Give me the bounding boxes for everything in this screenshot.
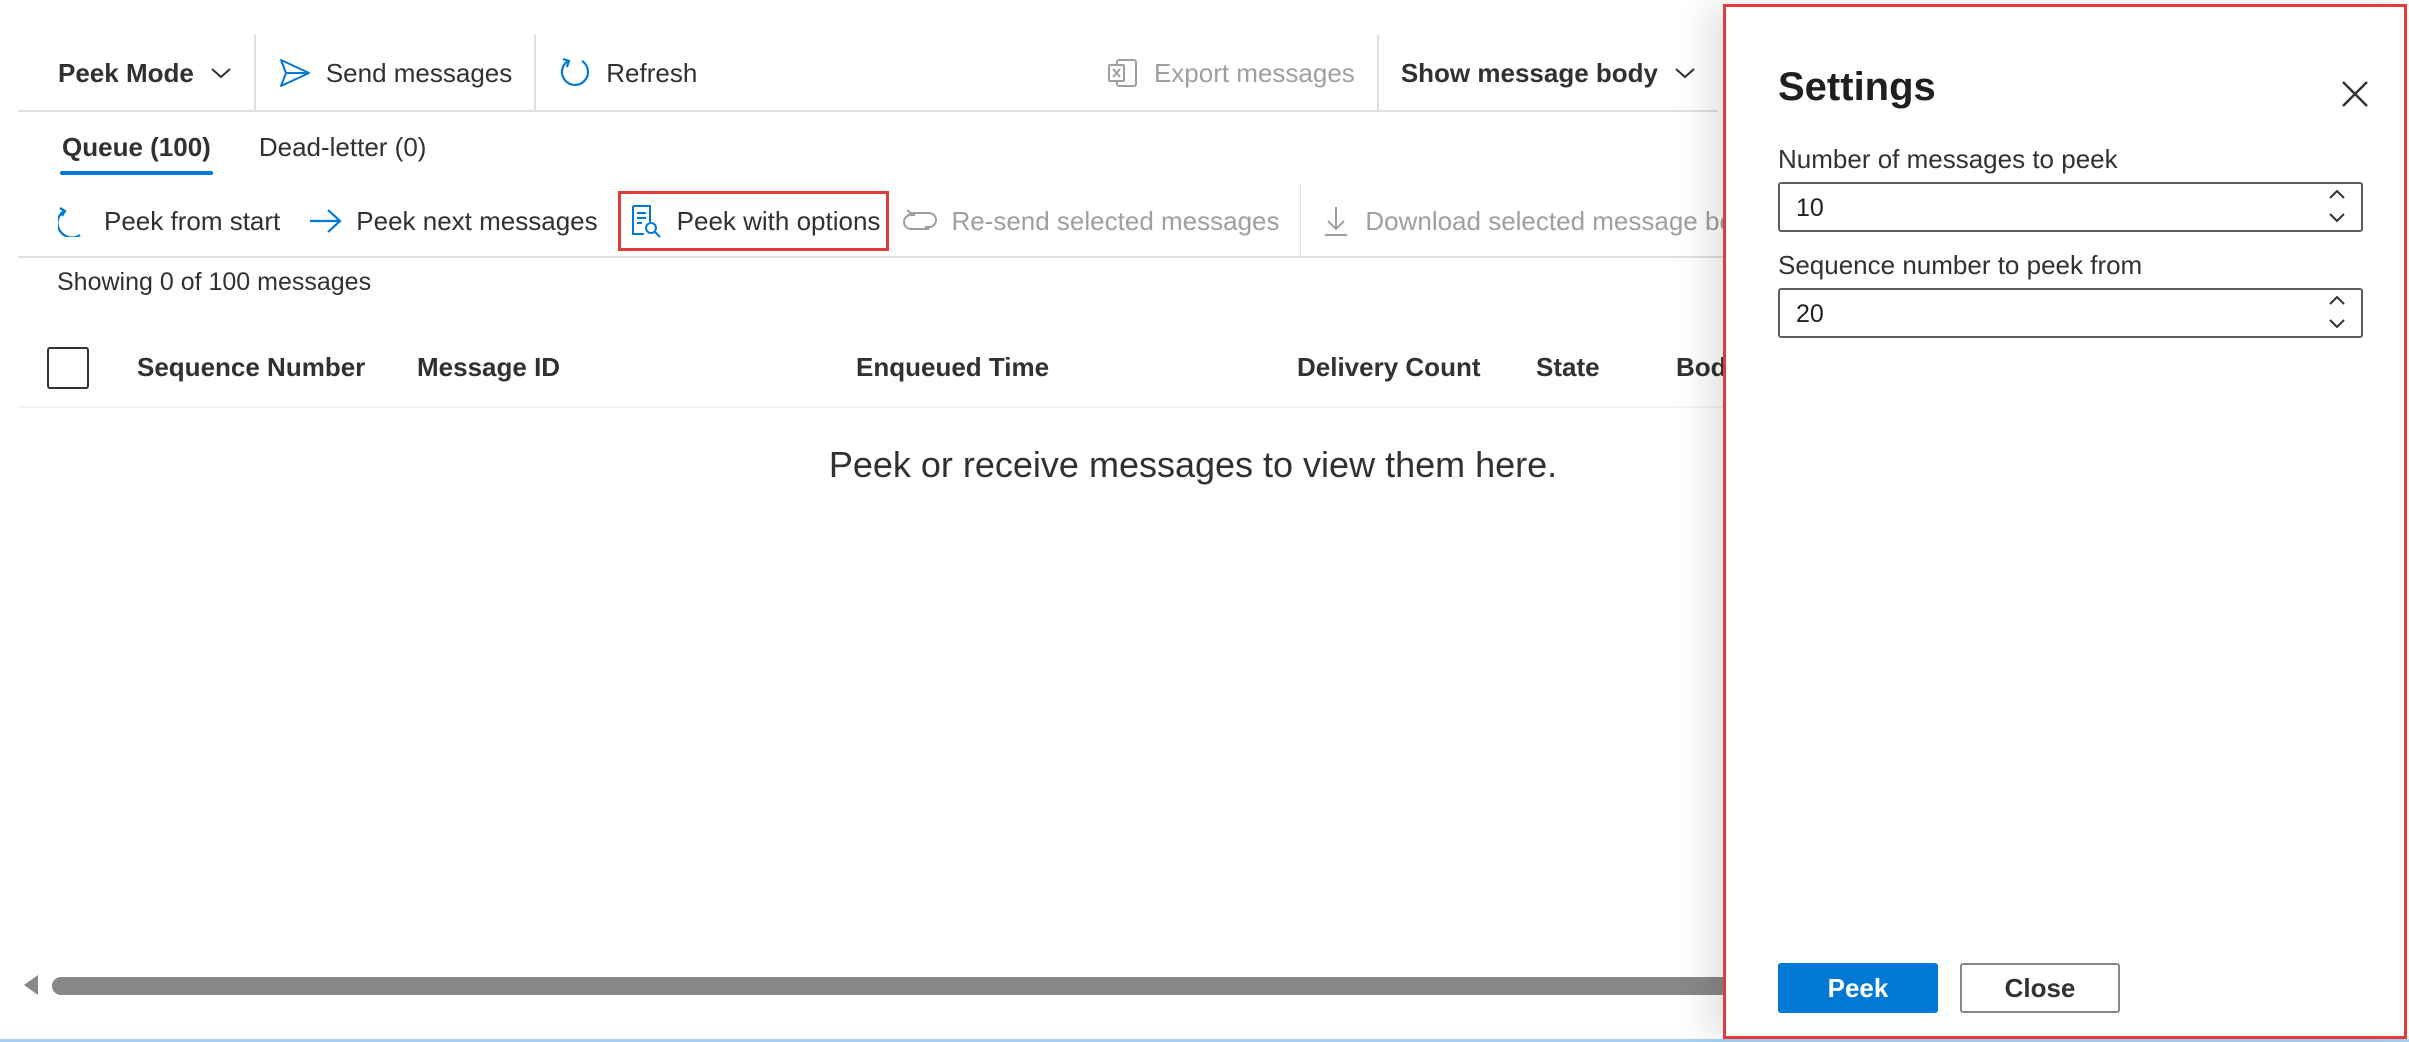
- peek-mode-dropdown[interactable]: Peek Mode: [18, 35, 254, 111]
- message-explorer: Peek Mode Send messages Refresh Export m…: [0, 0, 1752, 1042]
- peek-next-label: Peek next messages: [356, 205, 598, 236]
- peek-next-button[interactable]: Peek next messages: [294, 191, 611, 251]
- resend-selected-label: Re-send selected messages: [951, 205, 1280, 236]
- chevron-up-icon[interactable]: [2328, 293, 2346, 311]
- chevron-down-icon[interactable]: [2328, 211, 2346, 229]
- refresh-icon: [558, 56, 592, 90]
- repeat-icon: [903, 204, 938, 238]
- select-all-checkbox[interactable]: [47, 347, 89, 389]
- settings-panel: Settings Number of messages to peek 10 S…: [1723, 4, 2407, 1039]
- arrow-right-icon: [308, 204, 342, 238]
- download-selected-button[interactable]: Download selected message body: [1307, 191, 1725, 251]
- divider: [1299, 185, 1302, 257]
- refresh-button[interactable]: Refresh: [536, 35, 719, 111]
- download-icon: [1321, 204, 1351, 238]
- chevron-down-icon: [210, 66, 232, 80]
- sequence-number-label: Sequence number to peek from: [1778, 250, 2143, 280]
- close-button[interactable]: Close: [1960, 963, 2120, 1013]
- horizontal-scrollbar[interactable]: [24, 975, 1752, 997]
- show-body-label: Show message body: [1400, 57, 1658, 88]
- sequence-number-spinbutton[interactable]: 20: [1778, 288, 2363, 338]
- message-count-label: Number of messages to peek: [1778, 144, 2118, 174]
- scroll-left-icon[interactable]: [24, 975, 38, 995]
- message-count-text: Showing 0 of 100 messages: [57, 268, 372, 296]
- export-messages-label: Export messages: [1153, 57, 1355, 88]
- queue-tabs: Queue (100) Dead-letter (0): [60, 126, 472, 176]
- refresh-label: Refresh: [606, 57, 698, 88]
- document-search-icon: [629, 204, 663, 238]
- export-messages-button[interactable]: Export messages: [1084, 35, 1377, 111]
- column-header-message-id[interactable]: Message ID: [417, 352, 560, 383]
- column-header-sequence-number[interactable]: Sequence Number: [137, 352, 365, 383]
- send-messages-label: Send messages: [325, 57, 513, 88]
- peek-from-start-button[interactable]: Peek from start: [18, 191, 294, 251]
- chevron-down-icon: [1674, 66, 1696, 80]
- chevron-up-icon[interactable]: [2328, 187, 2346, 205]
- resend-selected-button[interactable]: Re-send selected messages: [889, 191, 1293, 251]
- show-message-body-dropdown[interactable]: Show message body: [1379, 35, 1718, 111]
- command-bar: Peek Mode Send messages Refresh Export m…: [18, 35, 1718, 112]
- peek-with-options-button[interactable]: Peek with options: [617, 191, 890, 251]
- peek-mode-label: Peek Mode: [58, 57, 194, 88]
- close-icon[interactable]: [2338, 77, 2372, 111]
- message-count-value: 10: [1796, 194, 1824, 222]
- excel-icon: [1106, 56, 1140, 90]
- grid-header: Sequence Number Message ID Enqueued Time…: [18, 330, 1741, 408]
- rotate-icon: [56, 204, 90, 238]
- peek-from-start-label: Peek from start: [104, 205, 281, 236]
- column-header-delivery-count[interactable]: Delivery Count: [1297, 352, 1481, 383]
- chevron-down-icon[interactable]: [2328, 317, 2346, 335]
- send-icon: [278, 56, 312, 90]
- scrollbar-thumb[interactable]: [52, 977, 1752, 995]
- tab-dead-letter[interactable]: Dead-letter (0): [257, 126, 429, 175]
- send-messages-button[interactable]: Send messages: [256, 35, 534, 111]
- peek-with-options-label: Peek with options: [676, 205, 881, 236]
- message-count-spinbutton[interactable]: 10: [1778, 182, 2363, 232]
- peek-button[interactable]: Peek: [1778, 963, 1938, 1013]
- download-selected-label: Download selected message body: [1365, 205, 1725, 236]
- column-header-enqueued-time[interactable]: Enqueued Time: [856, 352, 1049, 383]
- sequence-number-value: 20: [1796, 300, 1824, 328]
- peek-toolbar: Peek from start Peek next messages Peek …: [18, 185, 1725, 258]
- column-header-state[interactable]: State: [1536, 352, 1600, 383]
- panel-title: Settings: [1778, 65, 1936, 109]
- tab-queue[interactable]: Queue (100): [60, 126, 213, 175]
